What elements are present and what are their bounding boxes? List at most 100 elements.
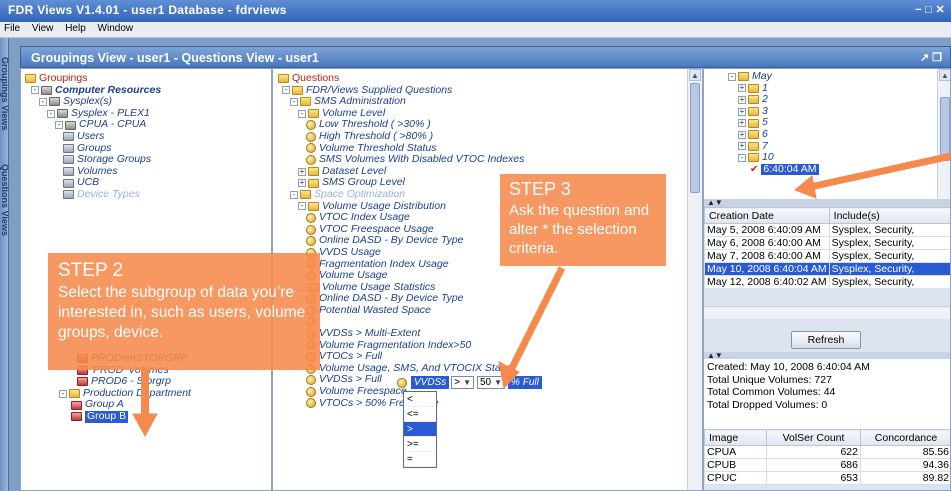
tree-node-label: Storage Groups [77,153,152,166]
scroll-up-arrow-icon[interactable]: ▲ [939,69,950,81]
tree-node-label: Questions [292,72,340,84]
col-image[interactable]: Image [704,429,767,446]
collapse-icon[interactable]: - [55,121,63,130]
question-icon [306,131,316,142]
expand-icon[interactable]: + [298,179,306,188]
tree-node-label: 6 [762,127,768,140]
expand-icon[interactable]: + [738,95,746,104]
tree-node[interactable]: - SMS Administration [278,96,524,108]
tree-node[interactable]: +3 [728,105,819,118]
tree-node[interactable]: +6 [728,127,819,141]
menu-window[interactable]: Window [98,23,134,34]
table-row[interactable]: CPUB 686 94.36 [704,458,950,472]
expand-icon[interactable]: + [298,167,306,176]
table-cell: May 10, 2008 6:40:04 AM [704,262,830,276]
collapse-icon[interactable]: - [59,389,67,398]
operator-option[interactable]: < [404,392,436,407]
tree-node[interactable]: Groupings [25,72,161,85]
menu-file[interactable]: File [4,23,20,34]
tree-node[interactable]: VTOCs > 50% Freespace [278,397,524,410]
tree-node[interactable]: - May [728,70,819,83]
scroll-thumb[interactable] [690,83,700,193]
tree-node-label: Device Types [77,187,140,200]
folder-icon [308,201,319,211]
table-row[interactable]: May 10, 2008 6:40:04 AM Sysplex, Security… [704,262,950,276]
refresh-button[interactable]: Refresh [791,331,861,349]
tree-node[interactable]: Group B [59,410,191,423]
tab-questions-views[interactable]: Questions Views [0,150,10,250]
window-controls[interactable]: − □ ✕ [915,3,945,16]
collapse-icon[interactable]: - [282,86,290,95]
table-cell: 686 [766,458,861,472]
expand-icon[interactable]: + [738,107,746,116]
expand-icon[interactable]: + [738,142,746,151]
operator-select[interactable]: > ▼ [451,376,474,389]
questions-scrollbar[interactable]: ▲ [687,69,702,490]
collapse-icon[interactable]: - [31,86,39,95]
collapse-icon[interactable]: - [39,97,47,106]
expand-icon[interactable]: + [738,84,746,93]
col-concordance[interactable]: Concordance [860,429,950,446]
splitter-handle[interactable]: ▲▼ [704,199,950,207]
tree-node[interactable]: Device Types [25,187,161,201]
operator-option[interactable]: = [404,452,436,467]
expand-icon[interactable]: + [738,130,746,139]
table-row[interactable]: May 12, 2008 6:40:02 AM Sysplex, Security… [704,275,950,289]
folder-icon [748,95,759,105]
table-cell: May 7, 2008 6:40:00 AM [704,249,830,263]
scroll-thumb[interactable] [940,97,950,161]
collapse-icon[interactable]: - [298,202,306,211]
collapse-icon[interactable]: - [738,153,746,162]
col-volser-count[interactable]: VolSer Count [766,429,861,446]
collapse-icon[interactable]: - [290,190,298,199]
operator-option[interactable]: > [404,422,436,437]
table-row[interactable]: May 6, 2008 6:40:00 AM Sysplex, Security, [704,236,950,250]
expand-icon[interactable]: + [738,119,746,128]
tree-node-label: Potential Wasted Space [319,303,431,316]
tab-groupings-views[interactable]: Groupings Views [0,44,10,144]
menu-bar: File View Help Window [0,22,951,38]
tree-node[interactable]: ✔ 6:40:04 AM [728,163,819,176]
view-header-controls[interactable]: ↗ ❒ [920,51,942,64]
tree-node[interactable]: - Space Optimization [278,188,524,201]
tree-node[interactable]: Online DASD - By Device Type [278,235,524,247]
tree-node[interactable]: Storage Groups [25,154,161,166]
menu-view[interactable]: View [32,23,54,34]
value-select[interactable]: 50 ▼ [477,376,506,389]
resource-icon [63,143,74,153]
collapse-icon[interactable]: - [47,109,55,118]
tree-node[interactable]: Users [25,130,161,143]
tree-node[interactable]: +2 [728,94,819,106]
folder-icon [300,97,311,107]
scroll-up-arrow-icon[interactable]: ▲ [689,69,701,81]
table-row[interactable]: CPUC 653 89.82 [704,471,950,485]
tree-node[interactable]: - Production Department [59,387,191,400]
col-creation-date[interactable]: Creation Date [704,207,830,224]
tree-node[interactable]: VTOC Index Usage [278,212,524,224]
tree-node[interactable]: +1 [728,82,819,95]
menu-help[interactable]: Help [65,23,86,34]
collapse-icon[interactable]: - [728,72,736,81]
folder-icon [308,178,319,188]
runs-hscrollbar[interactable] [704,306,950,319]
tree-node[interactable]: SMS Volumes With Disabled VTOC Indexes [278,154,524,166]
collapse-icon[interactable]: - [298,109,306,118]
collapse-icon[interactable]: - [290,97,298,106]
operator-option[interactable]: <= [404,407,436,422]
tree-node[interactable]: +5 [728,117,819,129]
tree-node[interactable]: - 10 [728,152,819,164]
tree-node[interactable]: High Threshold ( >80% ) [278,130,524,143]
summary-created: Created: May 10, 2008 6:40:04 AM [707,361,870,373]
operator-option[interactable]: >= [404,437,436,452]
table-row[interactable]: May 5, 2008 6:40:09 AM Sysplex, Security, [704,223,950,237]
folder-icon [748,118,759,128]
table-cell: 94.36 [860,458,950,472]
resource-icon [41,85,52,95]
table-row[interactable]: May 7, 2008 6:40:00 AM Sysplex, Security, [704,249,950,263]
table-row[interactable]: CPUA 622 85.56 [704,445,950,459]
tree-node[interactable]: Questions [278,72,524,85]
date-tree-scrollbar[interactable]: ▲ [937,69,950,199]
col-includes[interactable]: Include(s) [828,207,950,224]
tree-node-label: SMS Volumes With Disabled VTOC Indexes [319,153,525,166]
table-cell: Sysplex, Security, [828,236,950,250]
